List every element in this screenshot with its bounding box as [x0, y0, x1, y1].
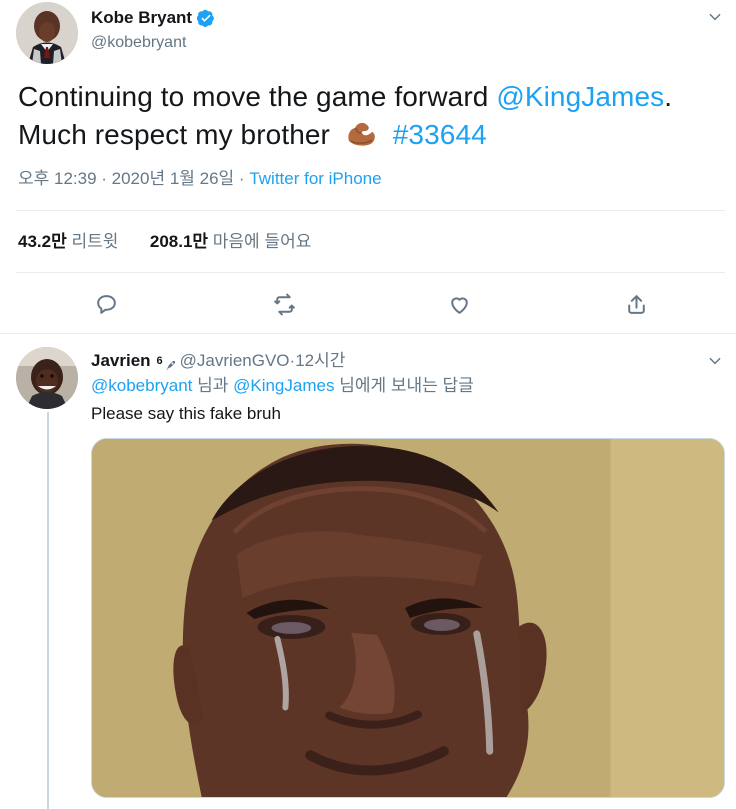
tweet-menu-chevron-down-icon[interactable]	[708, 10, 722, 24]
verified-badge-icon	[196, 9, 215, 27]
reply-author-display-name[interactable]: Javrien	[91, 350, 151, 372]
reply-menu-chevron-down-icon[interactable]	[708, 354, 722, 368]
reply-author-handle[interactable]: @JavrienGVO	[180, 350, 290, 372]
tweet-text-part2: .	[664, 81, 673, 112]
author-handle[interactable]: @kobebryant	[91, 33, 186, 53]
reply-time[interactable]: 12시간	[295, 350, 345, 372]
tweet-divider-top	[16, 210, 725, 211]
tweet-timestamp: 오후 12:39 · 2020년 1월 26일 ·	[18, 169, 250, 188]
tweet-divider-bottom	[16, 272, 725, 273]
reply-mention-kobebryant[interactable]: @kobebryant	[91, 376, 192, 395]
reply-to-text1: 님과	[192, 376, 234, 395]
likes-label[interactable]: 마음에 들어요	[213, 232, 312, 251]
reply-media[interactable]	[91, 438, 725, 798]
author-display-name[interactable]: Kobe Bryant	[91, 8, 192, 28]
mention-kingjames[interactable]: @KingJames	[496, 81, 664, 112]
retweet-icon[interactable]	[272, 292, 297, 317]
tweet-text-part1: Continuing to move the game forward	[18, 81, 497, 112]
reply-author-badge-text: 6	[156, 354, 163, 367]
thread-line	[47, 412, 49, 809]
reply-to-line: @kobebryant 님과 @KingJames 님에게 보내는 답글	[91, 375, 474, 397]
crying-man-image	[92, 439, 724, 797]
tweet-meta: 오후 12:39 · 2020년 1월 26일 · Twitter for iP…	[18, 168, 382, 190]
retweets-label[interactable]: 리트윗	[71, 232, 118, 251]
rocket-icon	[165, 355, 177, 370]
tweet-stats: 43.2만 리트윗 208.1만 마음에 들어요	[18, 231, 311, 253]
tweet-text-part3: Much respect my brother	[18, 119, 330, 150]
tweet-source-link[interactable]: Twitter for iPhone	[249, 169, 381, 188]
reply-icon[interactable]	[94, 292, 119, 317]
reply-text: Please say this fake bruh	[91, 404, 281, 423]
share-icon[interactable]	[624, 292, 649, 317]
reply-header: Javrien 6 @JavrienGVO · 12시간	[91, 350, 345, 372]
main-tweet: Kobe Bryant @kobebryant Continuing to mo…	[0, 0, 736, 334]
reply-tweet: Javrien 6 @JavrienGVO · 12시간 @kobebryant…	[0, 335, 736, 809]
javrien-avatar[interactable]	[16, 347, 78, 409]
tweet-text: Continuing to move the game forward @Kin…	[18, 78, 718, 154]
author-name-block: Kobe Bryant	[91, 8, 215, 28]
hashtag-33644[interactable]: #33644	[393, 119, 487, 150]
retweets-count[interactable]: 43.2만	[18, 232, 67, 251]
kobe-avatar[interactable]	[16, 2, 78, 64]
reply-to-text2: 님에게 보내는 답글	[334, 376, 474, 395]
flexed-biceps-icon	[343, 120, 377, 148]
reply-mention-kingjames[interactable]: @KingJames	[233, 376, 334, 395]
heart-icon[interactable]	[447, 292, 472, 317]
likes-count[interactable]: 208.1만	[150, 232, 208, 251]
